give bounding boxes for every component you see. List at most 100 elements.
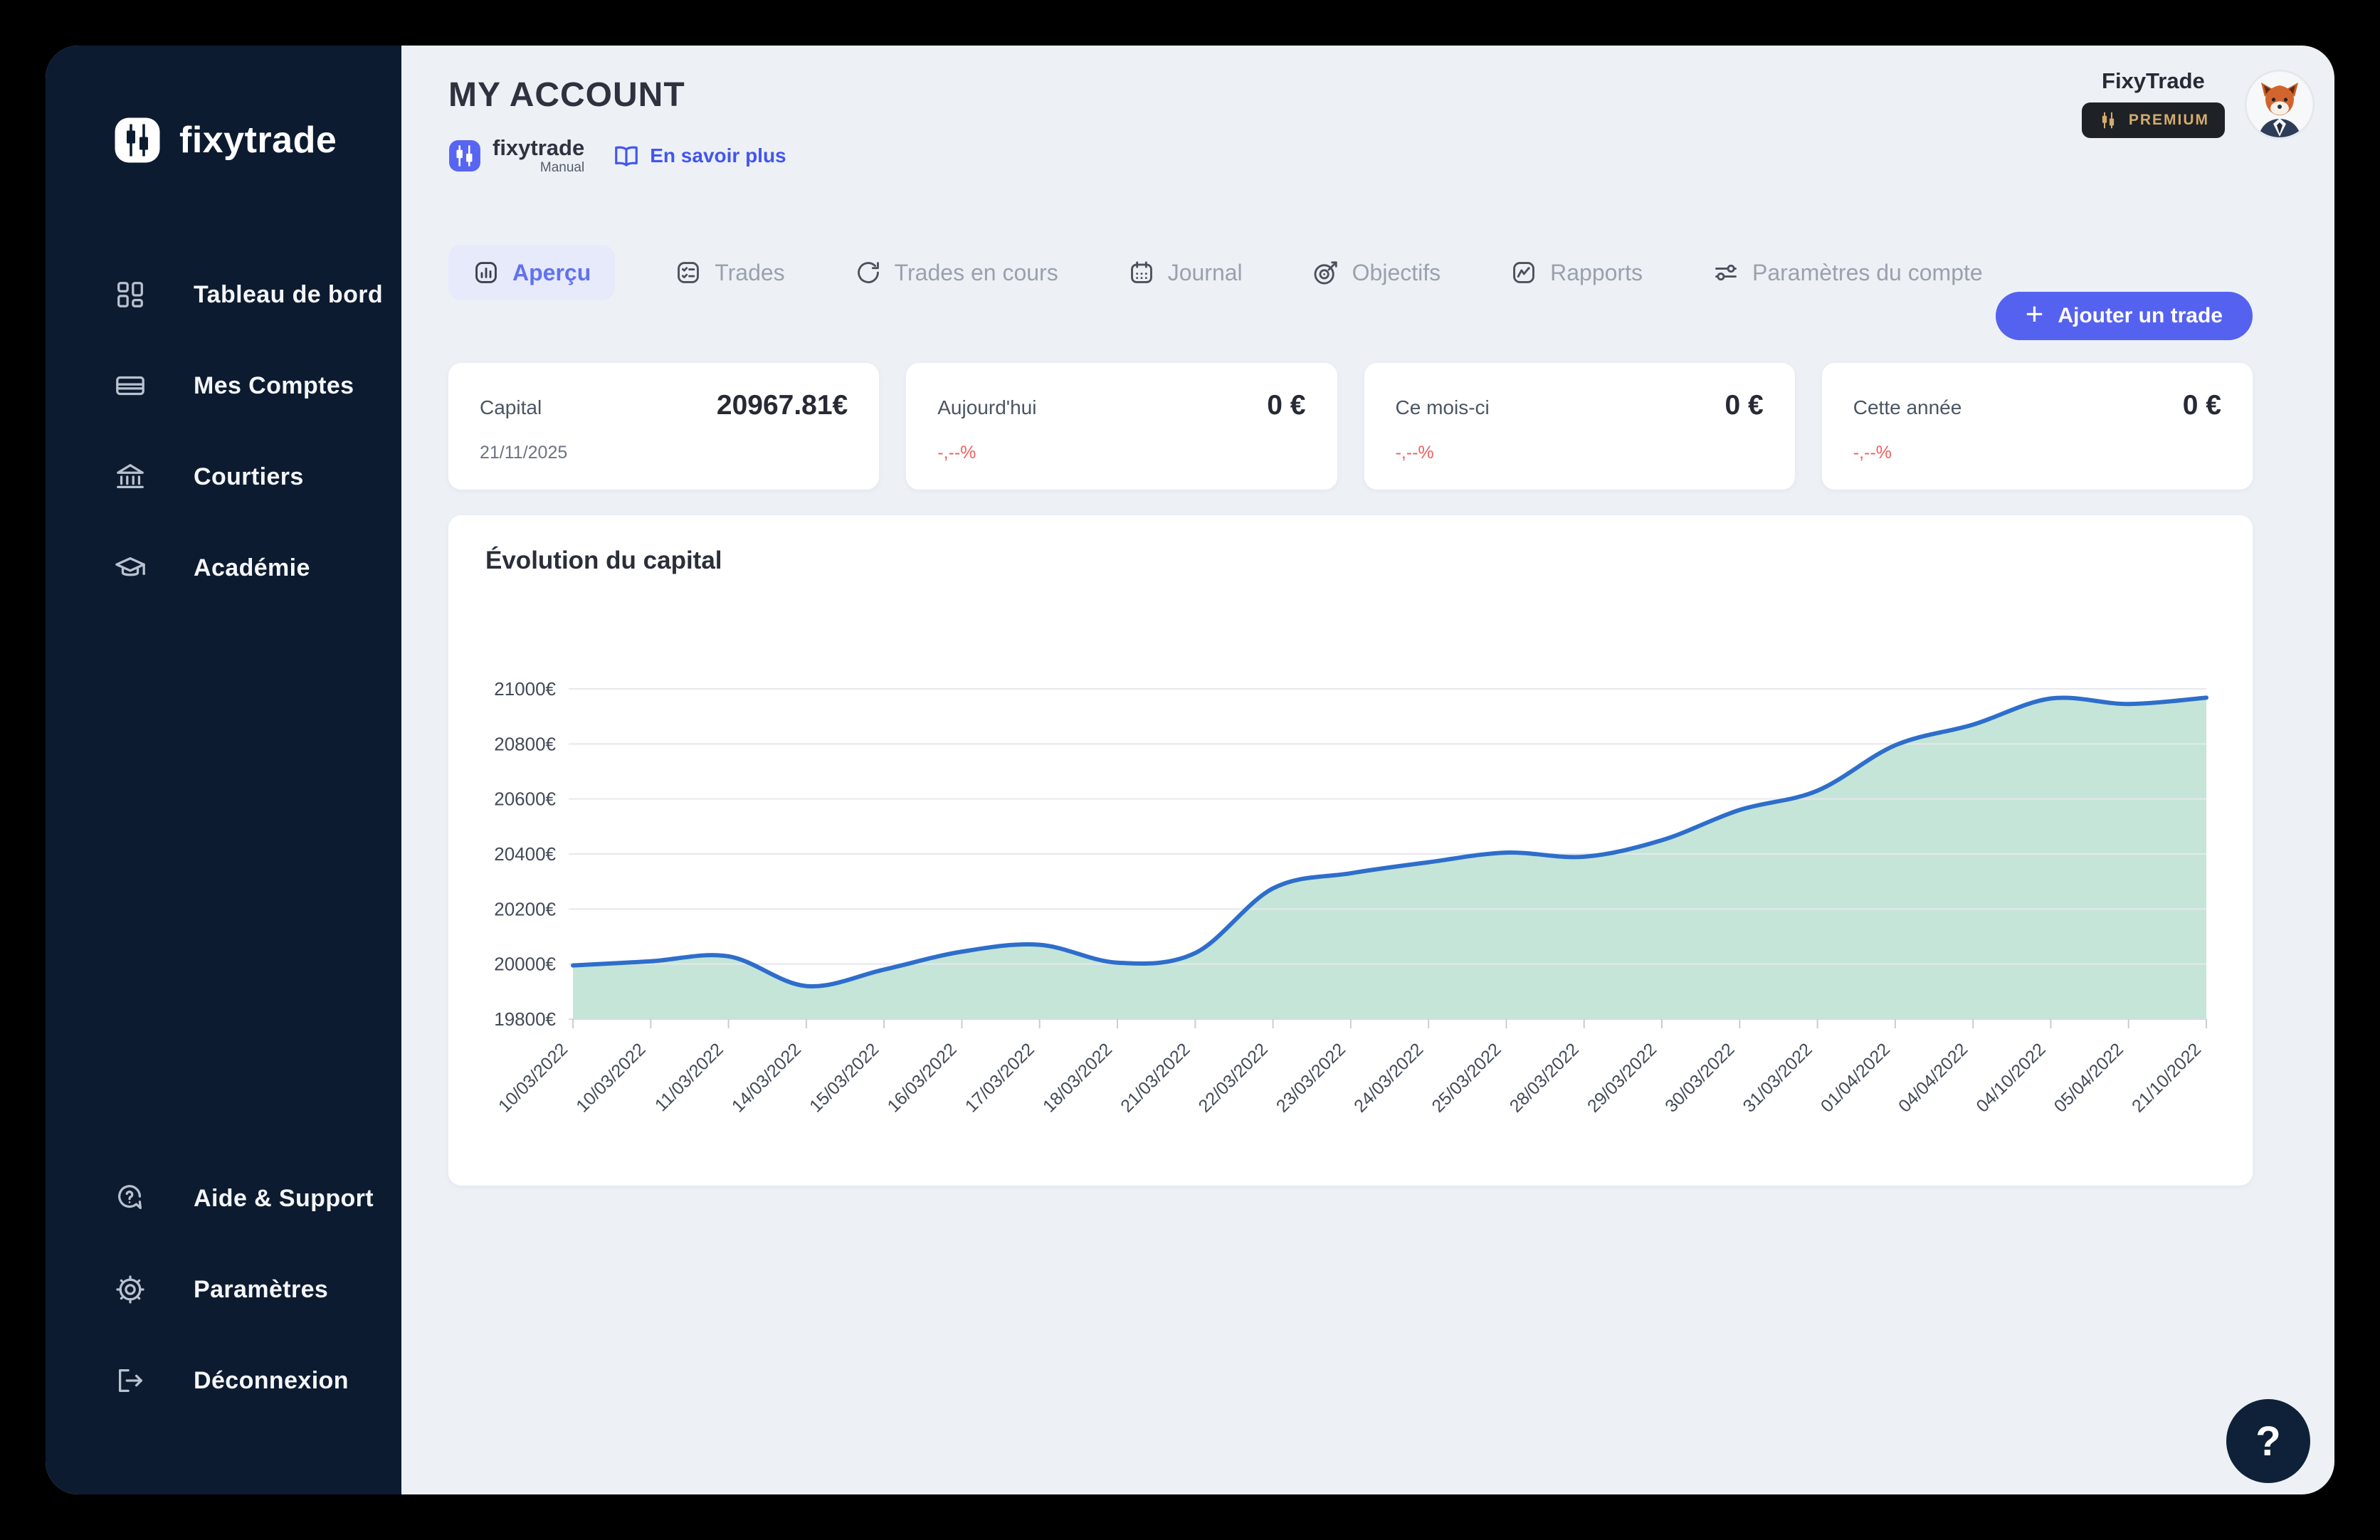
tab-trades-en-cours[interactable]: Trades en cours [845,245,1068,300]
tab-trades[interactable]: Trades [665,245,794,300]
help-button[interactable]: ? [2226,1399,2310,1483]
svg-text:20400€: 20400€ [494,843,556,865]
add-trade-button[interactable]: + Ajouter un trade [1996,292,2253,340]
stat-label: Cette année [1853,396,1962,419]
premium-candles-icon [2097,110,2119,131]
dashboard-icon [114,278,147,311]
brokers-icon [114,460,147,493]
svg-text:25/03/2022: 25/03/2022 [1428,1039,1505,1116]
sidebar-brand[interactable]: fixytrade [114,117,337,164]
fox-avatar-image [2246,71,2313,138]
svg-text:21/03/2022: 21/03/2022 [1117,1039,1194,1116]
stat-value: 0 € [1267,390,1305,421]
stat-value: 0 € [1725,390,1764,421]
svg-text:29/03/2022: 29/03/2022 [1584,1039,1660,1116]
fixytrade-manual-logo-icon [448,139,481,172]
stat-card-ce-mois-ci: Ce mois-ci 0 € -,--% [1364,363,1795,490]
svg-text:05/04/2022: 05/04/2022 [2050,1039,2127,1116]
sidebar-item-label: Paramètres [194,1276,328,1304]
avatar[interactable] [2246,71,2313,138]
svg-text:28/03/2022: 28/03/2022 [1506,1039,1583,1116]
stat-value: 20967.81€ [717,390,848,421]
sidebar-item-aide-support[interactable]: Aide & Support [46,1153,401,1244]
screenshot-frame: fixytrade Tableau de bord Mes Comptes [0,0,2380,1540]
sidebar-item-label: Aide & Support [194,1185,374,1213]
capital-evolution-chart: 19800€20000€20200€20400€20600€20800€2100… [448,515,2253,1186]
svg-text:31/03/2022: 31/03/2022 [1739,1039,1816,1116]
sidebar-item-parametres[interactable]: Paramètres [46,1244,401,1335]
svg-text:14/03/2022: 14/03/2022 [728,1039,805,1116]
book-icon [613,142,640,169]
svg-text:11/03/2022: 11/03/2022 [651,1039,727,1115]
stat-label: Aujourd'hui [937,396,1036,419]
account-name: FixyTrade [2102,68,2205,94]
tab-rapports[interactable]: Rapports [1500,245,1653,300]
stat-label: Ce mois-ci [1396,396,1490,419]
goals-icon [1312,259,1339,286]
sidebar-footer-nav: Aide & Support Paramètres [46,1153,401,1426]
academy-icon [114,552,147,584]
stat-sub-percent: -,--% [1853,443,2221,463]
stats-row: Capital 20967.81€ 21/11/2025 Aujourd'hui… [448,363,2253,490]
sidebar-item-tableau-de-bord[interactable]: Tableau de bord [46,249,401,340]
svg-text:30/03/2022: 30/03/2022 [1661,1039,1738,1116]
premium-badge[interactable]: PREMIUM [2082,102,2225,138]
help-icon [114,1182,147,1215]
svg-text:20000€: 20000€ [494,954,556,975]
stat-value: 0 € [2183,390,2221,421]
trades-icon [675,259,702,286]
app-window: fixytrade Tableau de bord Mes Comptes [46,46,2334,1494]
svg-text:18/03/2022: 18/03/2022 [1039,1039,1116,1116]
svg-text:20600€: 20600€ [494,789,556,810]
sidebar-item-academie[interactable]: Académie [46,522,401,613]
learn-more-label: En savoir plus [650,144,786,167]
svg-text:17/03/2022: 17/03/2022 [962,1039,1038,1116]
premium-label: PREMIUM [2129,112,2209,129]
svg-text:10/03/2022: 10/03/2022 [572,1039,649,1116]
svg-text:10/03/2022: 10/03/2022 [495,1039,572,1116]
settings-icon [114,1273,147,1306]
main-content: MY ACCOUNT fixytrade Manual [401,46,2334,1494]
sidebar-nav: Tableau de bord Mes Comptes [46,249,401,613]
account-area: FixyTrade PREMIUM [2082,68,2313,138]
learn-more-link[interactable]: En savoir plus [613,142,786,169]
sidebar-item-courtiers[interactable]: Courtiers [46,431,401,522]
tab-apercu[interactable]: Aperçu [448,245,615,300]
stat-card-aujourdhui: Aujourd'hui 0 € -,--% [906,363,1337,490]
sidebar-item-label: Académie [194,554,310,582]
stat-card-cette-annee: Cette année 0 € -,--% [1822,363,2253,490]
tab-label: Rapports [1550,260,1643,286]
svg-text:15/03/2022: 15/03/2022 [806,1039,883,1116]
sidebar-item-label: Déconnexion [194,1367,349,1395]
svg-text:24/03/2022: 24/03/2022 [1350,1039,1427,1116]
sidebar-item-label: Courtiers [194,463,304,491]
account-settings-icon [1712,259,1739,286]
capital-evolution-card: Évolution du capital 19800€20000€20200€2… [448,515,2253,1186]
sidebar-item-mes-comptes[interactable]: Mes Comptes [46,340,401,431]
svg-text:16/03/2022: 16/03/2022 [883,1039,960,1116]
tab-label: Journal [1168,260,1243,286]
help-button-label: ? [2255,1418,2280,1465]
brand-name: fixytrade [179,119,337,162]
fixytrade-manual-chip[interactable]: fixytrade Manual [448,137,584,174]
logout-icon [114,1364,147,1397]
tab-label: Trades [715,260,784,286]
manual-brand-name: fixytrade [493,137,584,159]
page-title: MY ACCOUNT [448,75,685,115]
stat-sub-percent: -,--% [937,443,1305,463]
svg-text:21000€: 21000€ [494,678,556,700]
sidebar: fixytrade Tableau de bord Mes Comptes [46,46,401,1494]
svg-text:04/10/2022: 04/10/2022 [1972,1039,2049,1116]
svg-text:19800€: 19800€ [494,1008,556,1030]
svg-text:23/03/2022: 23/03/2022 [1273,1039,1349,1116]
svg-text:22/03/2022: 22/03/2022 [1195,1039,1272,1116]
sidebar-item-label: Mes Comptes [194,372,354,400]
tab-parametres-du-compte[interactable]: Paramètres du compte [1702,245,1993,300]
manual-brand-sub: Manual [540,161,584,174]
tab-objectifs[interactable]: Objectifs [1302,245,1450,300]
tab-journal[interactable]: Journal [1118,245,1253,300]
sidebar-item-deconnexion[interactable]: Déconnexion [46,1335,401,1426]
svg-text:20800€: 20800€ [494,733,556,754]
add-trade-label: Ajouter un trade [2058,304,2223,328]
sidebar-item-label: Tableau de bord [194,281,383,309]
